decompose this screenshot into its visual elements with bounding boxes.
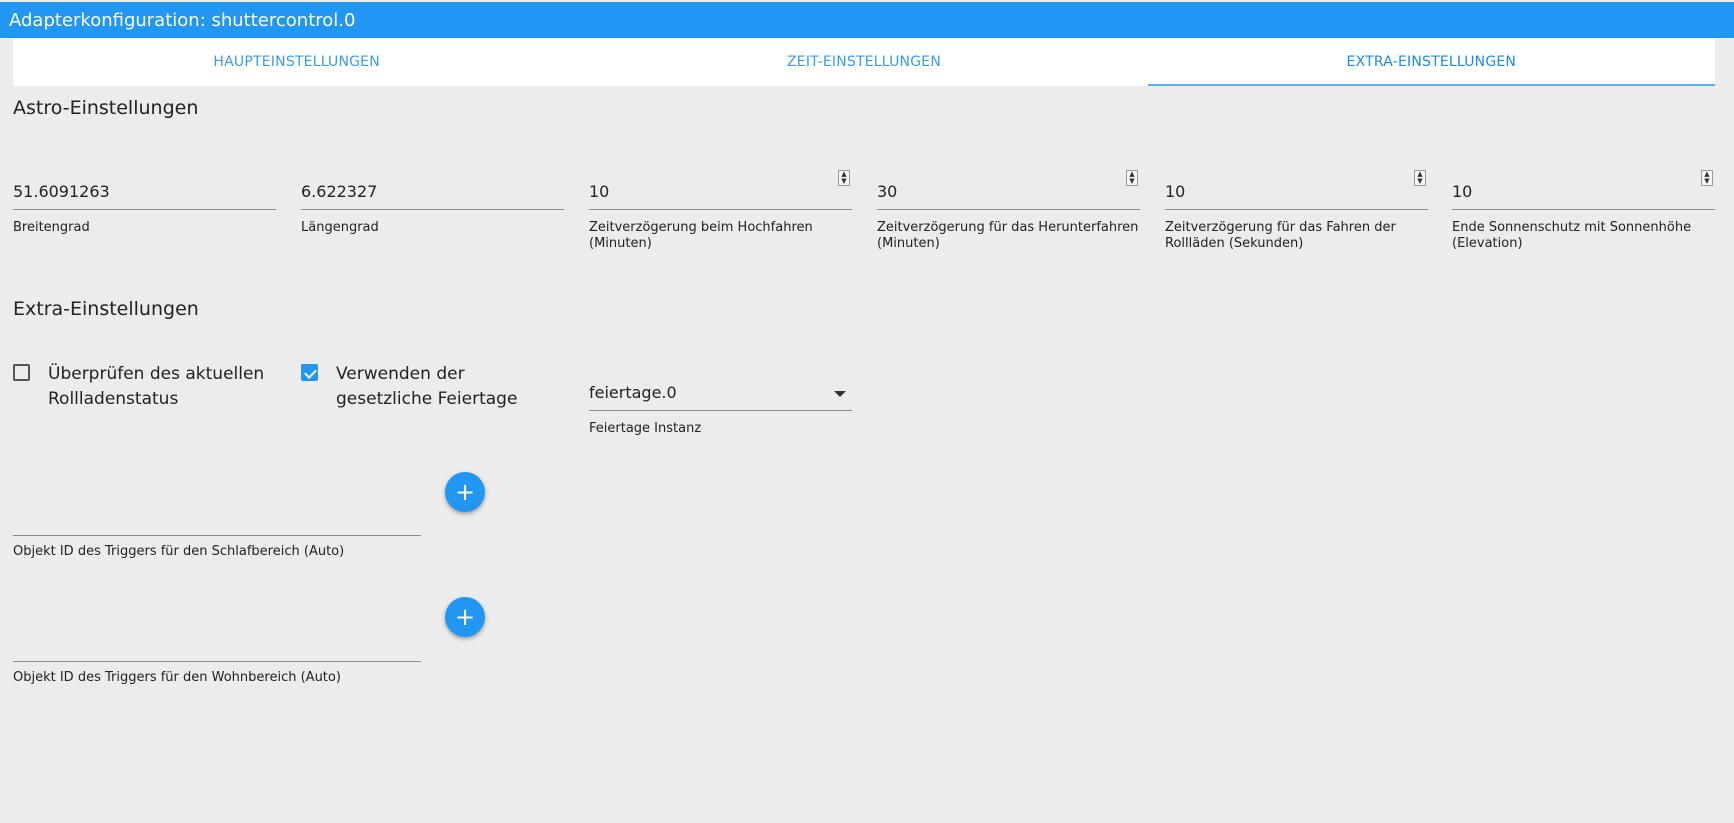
delay-drive-value: 10 — [1165, 182, 1186, 201]
tab-haupteinstellungen[interactable]: HAUPTEINSTELLUNGEN — [13, 38, 580, 86]
check-status-label: Überprüfen des aktuellen Rollladenstatus — [48, 364, 265, 409]
use-holidays-label: Verwenden der gesetzliche Feiertage — [336, 364, 518, 409]
number-spinner-icon[interactable]: ▲ ▼ — [1701, 170, 1713, 186]
astro-section-title: Astro-Einstellungen — [13, 97, 199, 119]
use-holidays-option[interactable]: Verwenden der gesetzliche Feiertage — [301, 362, 556, 412]
number-spinner-icon[interactable]: ▲ ▼ — [1414, 170, 1426, 186]
longitude-field: 6.622327 Längengrad — [301, 170, 564, 236]
tab-bar: HAUPTEINSTELLUNGEN ZEIT-EINSTELLUNGEN EX… — [13, 38, 1716, 86]
sun-end-value: 10 — [1452, 182, 1473, 201]
check-status-checkbox[interactable] — [13, 364, 30, 381]
delay-drive-input[interactable]: 10 ▲ ▼ — [1165, 170, 1428, 210]
delay-down-label: Zeitverzögerung für das Herunterfahren (… — [877, 220, 1139, 251]
latitude-label: Breitengrad — [13, 220, 90, 235]
longitude-value: 6.622327 — [301, 182, 378, 201]
delay-drive-field: 10 ▲ ▼ Zeitverzögerung für das Fahren der… — [1165, 170, 1428, 252]
holiday-instance-value: feiertage.0 — [589, 383, 677, 402]
add-trigger-living-button[interactable]: + — [445, 597, 485, 637]
delay-down-field: 30 ▲ ▼ Zeitverzögerung für das Herunterfa… — [877, 170, 1140, 252]
delay-up-value: 10 — [589, 182, 610, 201]
dropdown-arrow-icon — [834, 391, 846, 397]
latitude-field: 51.6091263 Breitengrad — [13, 170, 276, 236]
tab-extra-einstellungen[interactable]: EXTRA-EINSTELLUNGEN — [1147, 38, 1716, 86]
delay-up-field: 10 ▲ ▼ Zeitverzögerung beim Hochfahren (M… — [589, 170, 852, 252]
tab-zeit-einstellungen[interactable]: ZEIT-EINSTELLUNGEN — [580, 38, 1147, 86]
sun-end-label: Ende Sonnenschutz mit Sonnenhöhe (Elevat… — [1452, 220, 1692, 251]
latitude-value: 51.6091263 — [13, 182, 110, 201]
delay-down-value: 30 — [877, 182, 898, 201]
holiday-instance-label: Feiertage Instanz — [589, 421, 702, 436]
trigger-sleep-input[interactable] — [13, 495, 421, 535]
delay-up-input[interactable]: 10 ▲ ▼ — [589, 170, 852, 210]
add-trigger-sleep-button[interactable]: + — [445, 472, 485, 512]
delay-drive-label: Zeitverzögerung für das Fahren der Rolll… — [1165, 220, 1396, 251]
extra-section-title: Extra-Einstellungen — [13, 298, 199, 320]
trigger-living-field: Objekt ID des Triggers für den Wohnberei… — [13, 621, 421, 685]
check-status-option[interactable]: Überprüfen des aktuellen Rollladenstatus — [13, 362, 268, 412]
trigger-sleep-field: Objekt ID des Triggers für den Schlafber… — [13, 495, 421, 559]
trigger-living-label: Objekt ID des Triggers für den Wohnberei… — [13, 670, 341, 685]
sun-end-field: 10 ▲ ▼ Ende Sonnenschutz mit Sonnenhöhe (… — [1452, 170, 1715, 252]
latitude-input[interactable]: 51.6091263 — [13, 170, 276, 210]
delay-up-label: Zeitverzögerung beim Hochfahren (Minuten… — [589, 220, 813, 251]
holiday-instance-select[interactable]: feiertage.0 — [589, 371, 852, 411]
trigger-living-underline — [13, 661, 421, 662]
sun-end-input[interactable]: 10 ▲ ▼ — [1452, 170, 1715, 210]
number-spinner-icon[interactable]: ▲ ▼ — [1126, 170, 1138, 186]
trigger-sleep-underline — [13, 535, 421, 536]
window-title: Adapterkonfiguration: shuttercontrol.0 — [0, 2, 1734, 38]
delay-down-input[interactable]: 30 ▲ ▼ — [877, 170, 1140, 210]
number-spinner-icon[interactable]: ▲ ▼ — [838, 170, 850, 186]
use-holidays-checkbox[interactable] — [301, 364, 318, 381]
longitude-label: Längengrad — [301, 220, 379, 235]
longitude-input[interactable]: 6.622327 — [301, 170, 564, 210]
trigger-sleep-label: Objekt ID des Triggers für den Schlafber… — [13, 544, 345, 559]
plus-icon: + — [454, 603, 476, 631]
holiday-instance-field: feiertage.0 Feiertage Instanz — [589, 371, 852, 437]
trigger-living-input[interactable] — [13, 621, 421, 661]
plus-icon: + — [454, 478, 476, 506]
